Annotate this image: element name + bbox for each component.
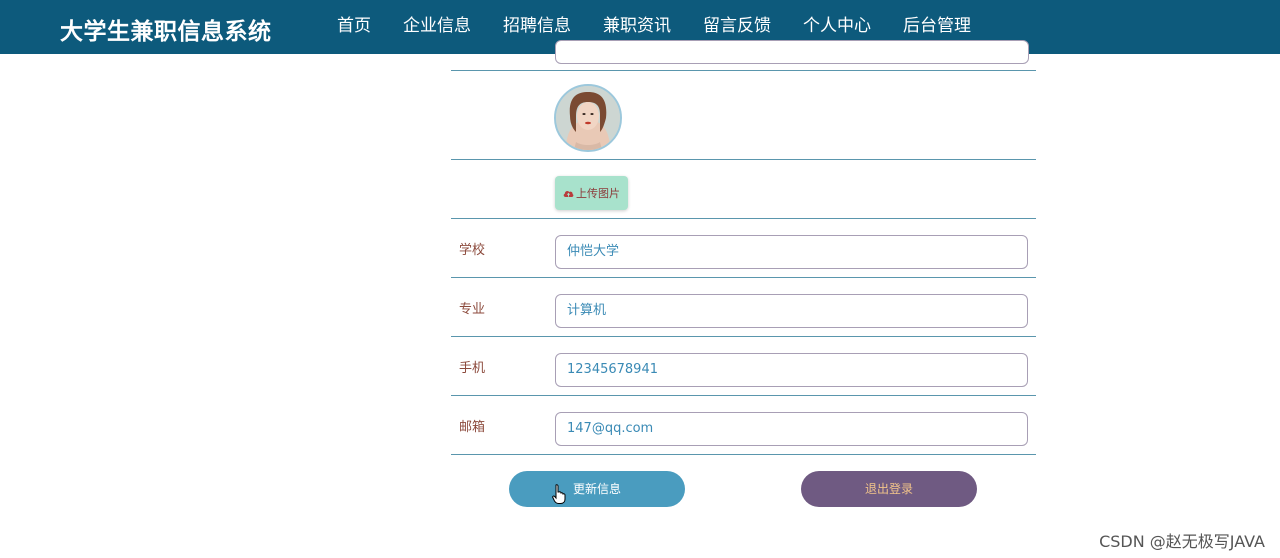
field-row-school: 学校 仲恺大学 [451, 219, 1036, 278]
nav-company-info[interactable]: 企业信息 [387, 0, 487, 54]
cloud-upload-icon [563, 190, 574, 197]
phone-label: 手机 [459, 361, 486, 376]
email-input[interactable]: 147@qq.com [555, 412, 1028, 446]
nav-home[interactable]: 首页 [321, 0, 387, 54]
partial-input[interactable] [555, 40, 1029, 64]
form-row-partial [451, 40, 1036, 71]
logout-button[interactable]: 退出登录 [801, 471, 977, 507]
site-title: 大学生兼职信息系统 [60, 19, 272, 45]
field-row-phone: 手机 12345678941 [451, 337, 1036, 396]
avatar-row [451, 71, 1036, 160]
upload-label: 上传图片 [576, 187, 620, 200]
hand-cursor-icon [552, 484, 566, 504]
school-label: 学校 [459, 243, 486, 258]
email-label: 邮箱 [459, 420, 486, 435]
phone-input[interactable]: 12345678941 [555, 353, 1028, 387]
field-row-email: 邮箱 147@qq.com [451, 396, 1036, 455]
upload-image-button[interactable]: 上传图片 [555, 176, 628, 210]
major-input[interactable]: 计算机 [555, 294, 1028, 328]
major-label: 专业 [459, 302, 486, 317]
avatar [554, 84, 622, 152]
field-row-major: 专业 计算机 [451, 278, 1036, 337]
avatar-image [556, 86, 620, 150]
upload-row: 上传图片 [451, 160, 1036, 219]
update-info-button[interactable]: 更新信息 [509, 471, 685, 507]
school-input[interactable]: 仲恺大学 [555, 235, 1028, 269]
profile-form: 上传图片 学校 仲恺大学 专业 计算机 手机 12345678941 邮箱 14… [451, 40, 1036, 455]
watermark: CSDN @赵无极写JAVA [1099, 532, 1265, 551]
